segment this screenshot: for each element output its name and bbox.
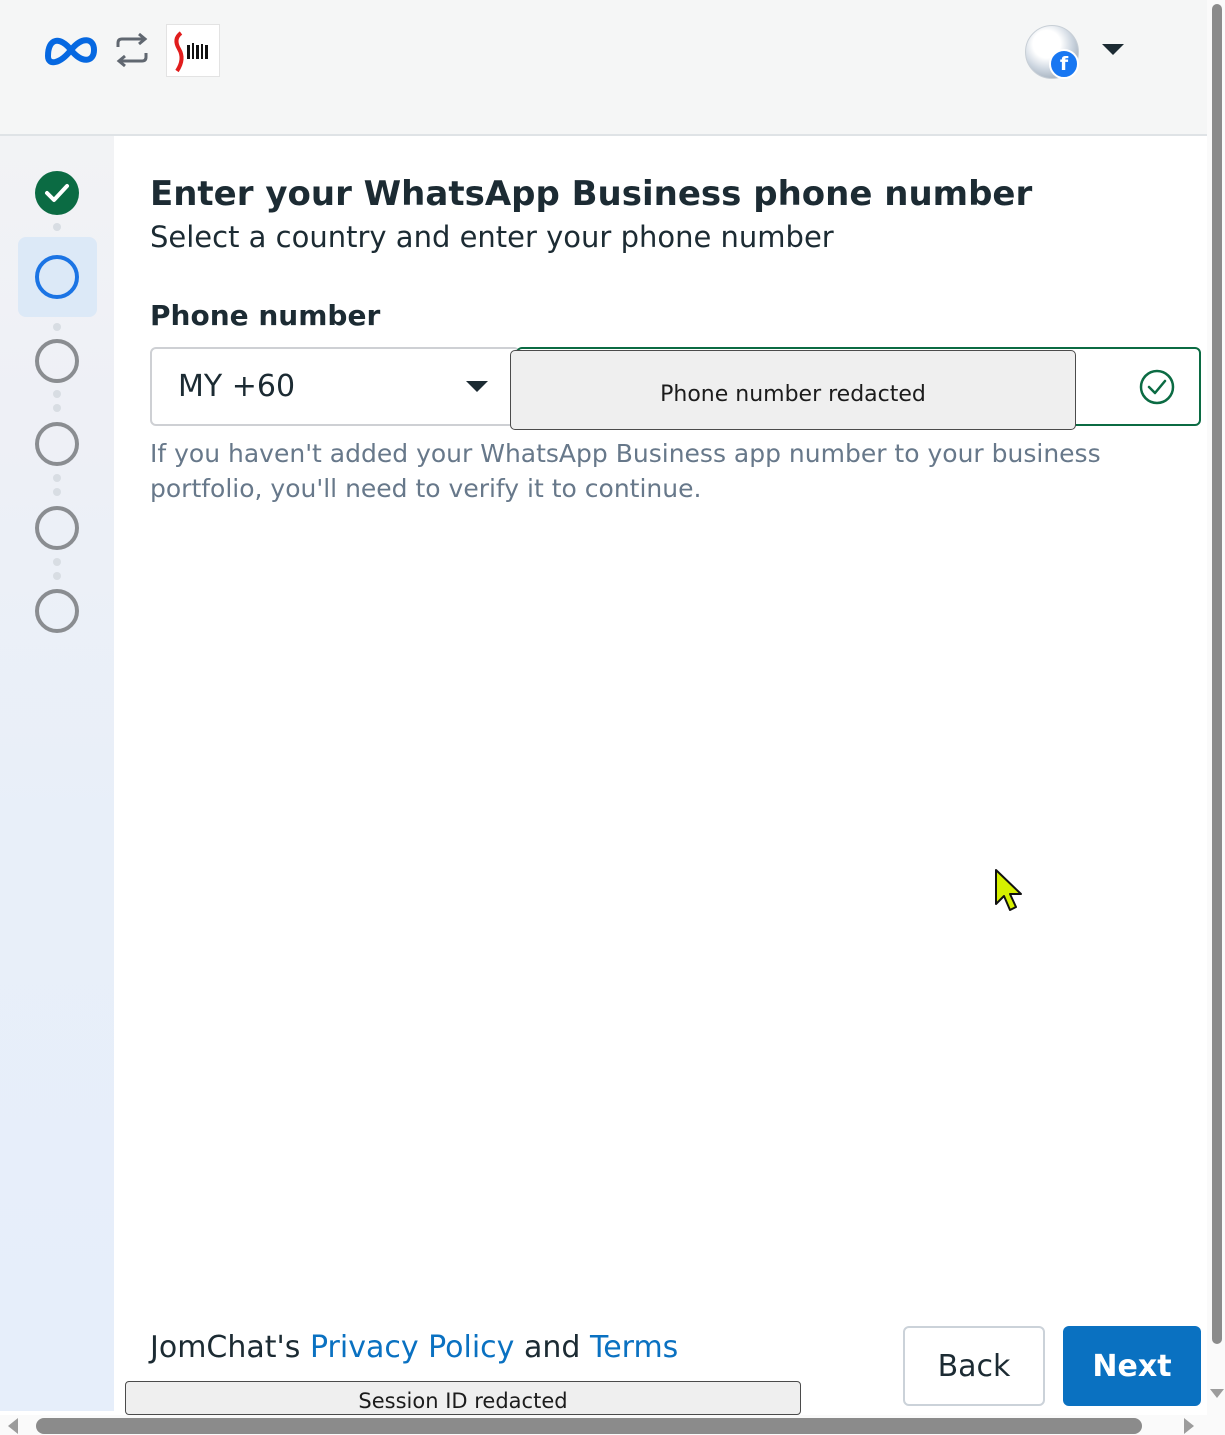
page-title: Enter your WhatsApp Business phone numbe… — [150, 174, 1033, 214]
mouse-cursor-icon — [995, 869, 1022, 911]
country-code-select[interactable]: MY +60 — [150, 347, 520, 426]
step-1-completed — [35, 171, 79, 215]
checkmark-icon — [45, 184, 69, 202]
terms-link[interactable]: Terms — [590, 1330, 678, 1365]
chevron-down-icon — [466, 381, 488, 392]
valid-check-icon — [1139, 369, 1175, 405]
back-button[interactable]: Back — [903, 1326, 1045, 1406]
phone-helper-text: If you haven't added your WhatsApp Busin… — [150, 439, 1101, 503]
step-4-pending — [35, 422, 79, 466]
and-text: and — [523, 1330, 581, 1365]
scroll-left-arrow-icon[interactable] — [8, 1418, 18, 1434]
scroll-down-arrow-icon[interactable] — [1210, 1389, 1224, 1398]
step-connector — [53, 474, 61, 502]
step-6-pending — [35, 589, 79, 633]
meta-logo-icon — [45, 37, 97, 66]
next-button[interactable]: Next — [1063, 1326, 1201, 1406]
step-5-pending — [35, 506, 79, 550]
session-id-redaction: Session ID redacted — [125, 1381, 801, 1415]
account-menu-caret-icon[interactable] — [1102, 44, 1124, 55]
facebook-badge-icon: f — [1049, 49, 1079, 79]
swap-arrows-icon — [116, 32, 148, 68]
step-connector — [53, 558, 61, 586]
partner-logo-icon — [166, 24, 220, 77]
horizontal-scrollbar-thumb[interactable] — [36, 1418, 1142, 1434]
country-code-value: MY +60 — [178, 369, 296, 404]
step-2-current — [35, 255, 79, 299]
company-name: JomChat's — [150, 1330, 301, 1365]
privacy-policy-link[interactable]: Privacy Policy — [310, 1330, 514, 1365]
footer-legal-text: JomChat's Privacy Policy and Terms — [150, 1330, 678, 1365]
phone-number-redaction: Phone number redacted — [510, 350, 1076, 430]
vertical-scrollbar-thumb[interactable] — [1212, 4, 1222, 1344]
phone-number-label: Phone number — [150, 299, 381, 332]
step-connector — [53, 223, 61, 237]
step-connector — [53, 323, 61, 337]
scroll-right-arrow-icon[interactable] — [1184, 1418, 1194, 1434]
step-connector — [53, 390, 61, 418]
top-bar: f — [0, 0, 1207, 136]
page-subtitle: Select a country and enter your phone nu… — [150, 220, 834, 254]
step-3-pending — [35, 339, 79, 383]
